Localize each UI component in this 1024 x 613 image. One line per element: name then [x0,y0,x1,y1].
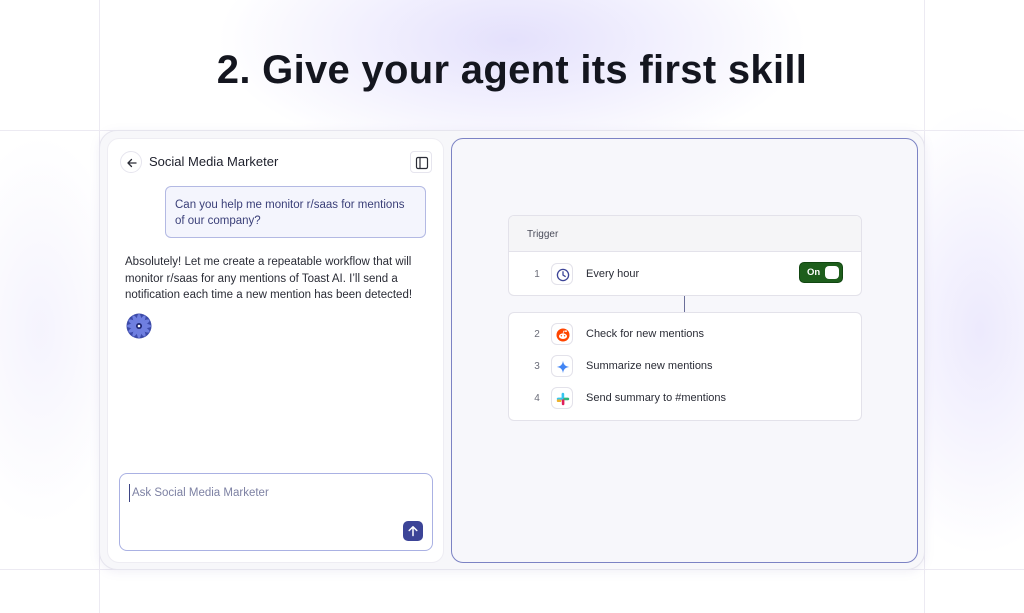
step-label: Every hour [586,268,640,280]
chat-header: Social Media Marketer [120,151,432,175]
step-icon-box [551,263,573,285]
agent-message: Absolutely! Let me create a repeatable w… [125,256,413,301]
arrow-up-icon [408,526,418,537]
workflow-step-every-hour[interactable]: 1 Every hour On [509,260,861,290]
step-label: Check for new mentions [586,328,704,340]
sparkle-icon [556,360,570,374]
back-button[interactable] [120,151,142,173]
arrow-left-icon [127,158,137,168]
step-icon-box [551,355,573,377]
user-message: Can you help me monitor r/saas for menti… [165,186,426,238]
actions-card: 2 Check for new mentions 3 Summarize new… [508,312,862,421]
step-number: 2 [534,329,540,340]
chat-title: Social Media Marketer [149,154,279,169]
step-label: Send summary to #mentions [586,392,727,404]
trigger-toggle[interactable]: On [799,262,843,283]
agent-avatar-icon [126,313,152,339]
reddit-icon [556,328,570,342]
toggle-sidebar-button[interactable] [410,151,432,173]
sidebar-icon [415,156,429,170]
chat-panel: Social Media Marketer Can you help me mo… [107,138,444,563]
workflow-step-check-mentions[interactable]: 2 Check for new mentions [509,320,863,350]
step-label: Summarize new mentions [586,360,713,372]
step-number: 3 [534,361,540,372]
workflow-panel: Trigger 1 Every hour On 2 Check for new … [451,138,918,563]
slack-icon [556,392,570,406]
step-icon-box [551,387,573,409]
message-composer [119,473,433,551]
workflow-step-summarize[interactable]: 3 Summarize new mentions [509,352,863,382]
step-number: 4 [534,393,540,404]
step-icon-box [551,323,573,345]
toggle-knob [825,266,839,279]
send-button[interactable] [403,521,423,541]
workflow-step-send-summary[interactable]: 4 Send summary to #mentions [509,384,863,414]
trigger-header: Trigger [509,216,861,252]
step-connector [684,296,685,312]
toggle-label: On [807,267,821,278]
trigger-card: Trigger 1 Every hour On [508,215,862,296]
message-input[interactable] [129,484,409,502]
clock-icon [556,268,570,282]
step-number: 1 [534,269,540,280]
page-headline: 2. Give your agent its first skill [216,48,808,92]
